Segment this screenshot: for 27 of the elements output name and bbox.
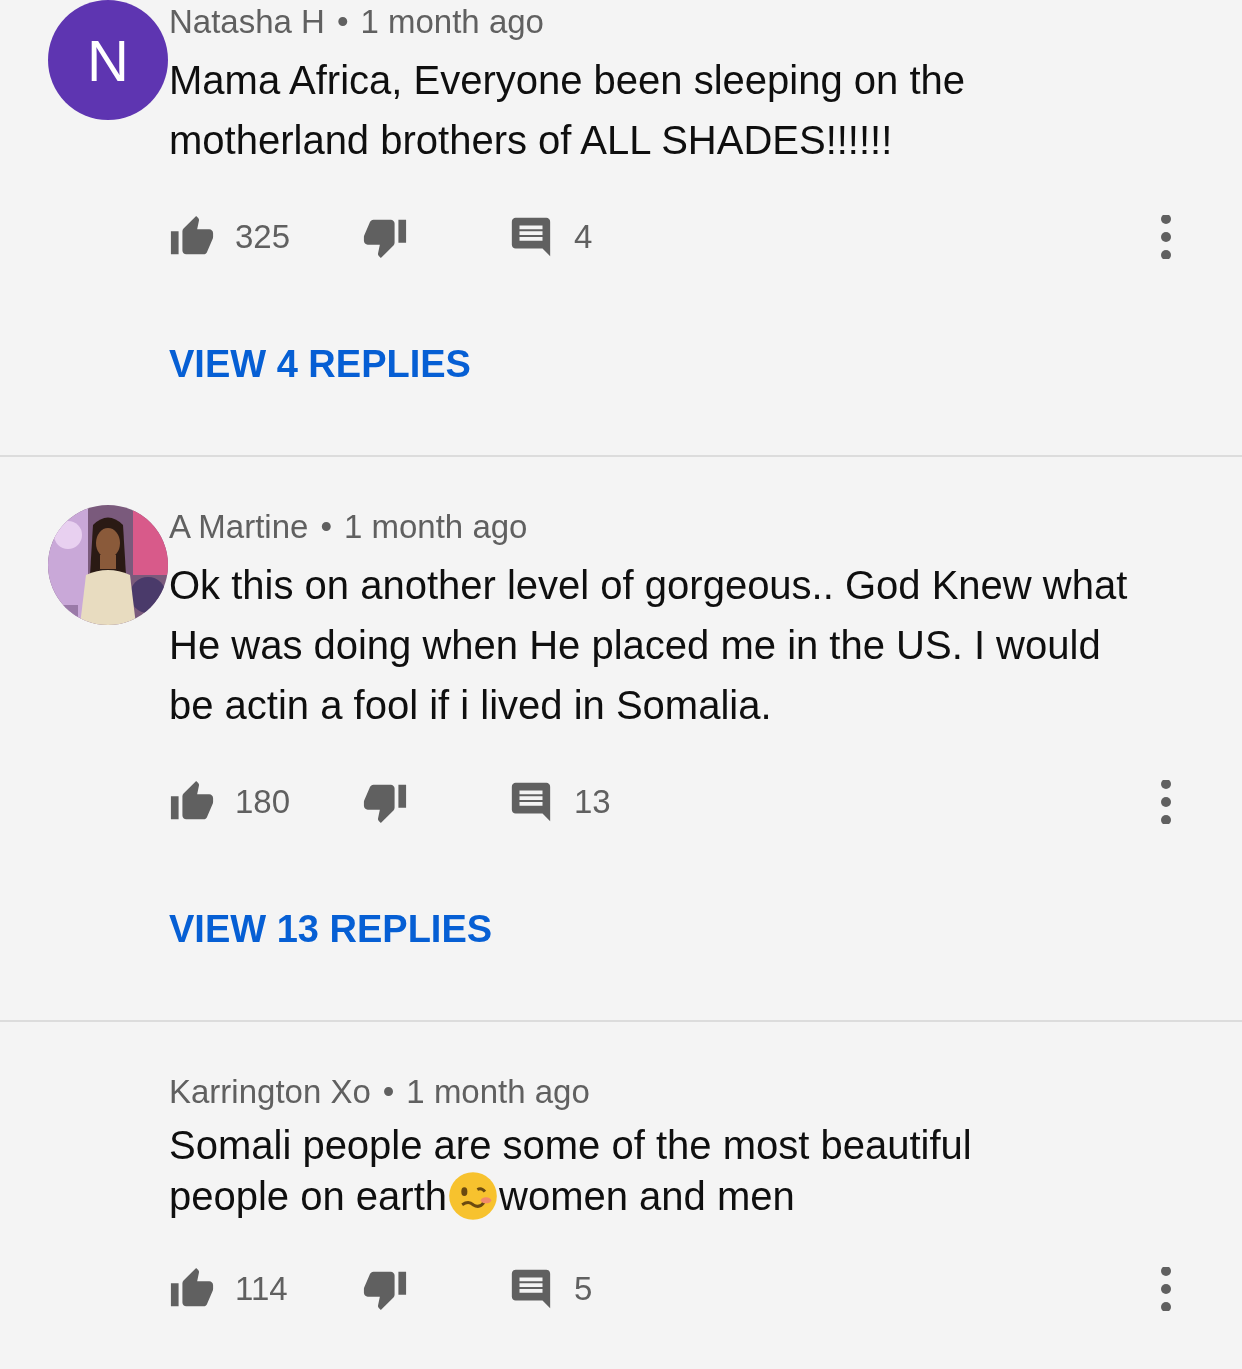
author-name: Karrington Xo (169, 1072, 371, 1112)
reply-count: 13 (574, 782, 611, 823)
comment-time: 1 month ago (360, 2, 544, 42)
reply-count: 5 (574, 1269, 593, 1310)
more-options-icon[interactable] (1160, 1267, 1172, 1311)
comment-text: people on earth (169, 1173, 447, 1220)
author-name: A Martine (169, 507, 309, 547)
author-name: Natasha H (169, 2, 325, 42)
comment-text: Somali people are some of the most beautiful (169, 1122, 972, 1169)
separator-dot: • (382, 1072, 395, 1112)
more-options-icon[interactable] (1160, 780, 1172, 824)
like-count: 325 (235, 217, 291, 258)
view-replies-link[interactable]: VIEW 13 REPLIES (169, 899, 493, 959)
comment-text: Mama Africa, Everyone been sleeping on the motherland brothers of ALL SHADES!!!!!! (169, 57, 967, 164)
separator-dot: • (336, 2, 349, 42)
like-count: 114 (235, 1269, 288, 1310)
like-count: 180 (235, 782, 291, 823)
view-replies-link[interactable]: VIEW 4 REPLIES (169, 334, 471, 394)
comment-text: women and men (499, 1173, 795, 1220)
more-options-icon[interactable] (1160, 215, 1172, 259)
comment-time: 1 month ago (343, 507, 528, 547)
reply-count: 4 (574, 217, 593, 258)
emoji-icon (447, 1170, 499, 1222)
avatar: N (48, 0, 168, 120)
comment-time: 1 month ago (406, 1072, 590, 1112)
comment-text: Ok this on another level of gorgeous.. God Knew what He was doing when He placed me in the US. I would be actin a fool if i lived in Somalia. (169, 562, 1129, 729)
separator-dot: • (320, 507, 332, 547)
